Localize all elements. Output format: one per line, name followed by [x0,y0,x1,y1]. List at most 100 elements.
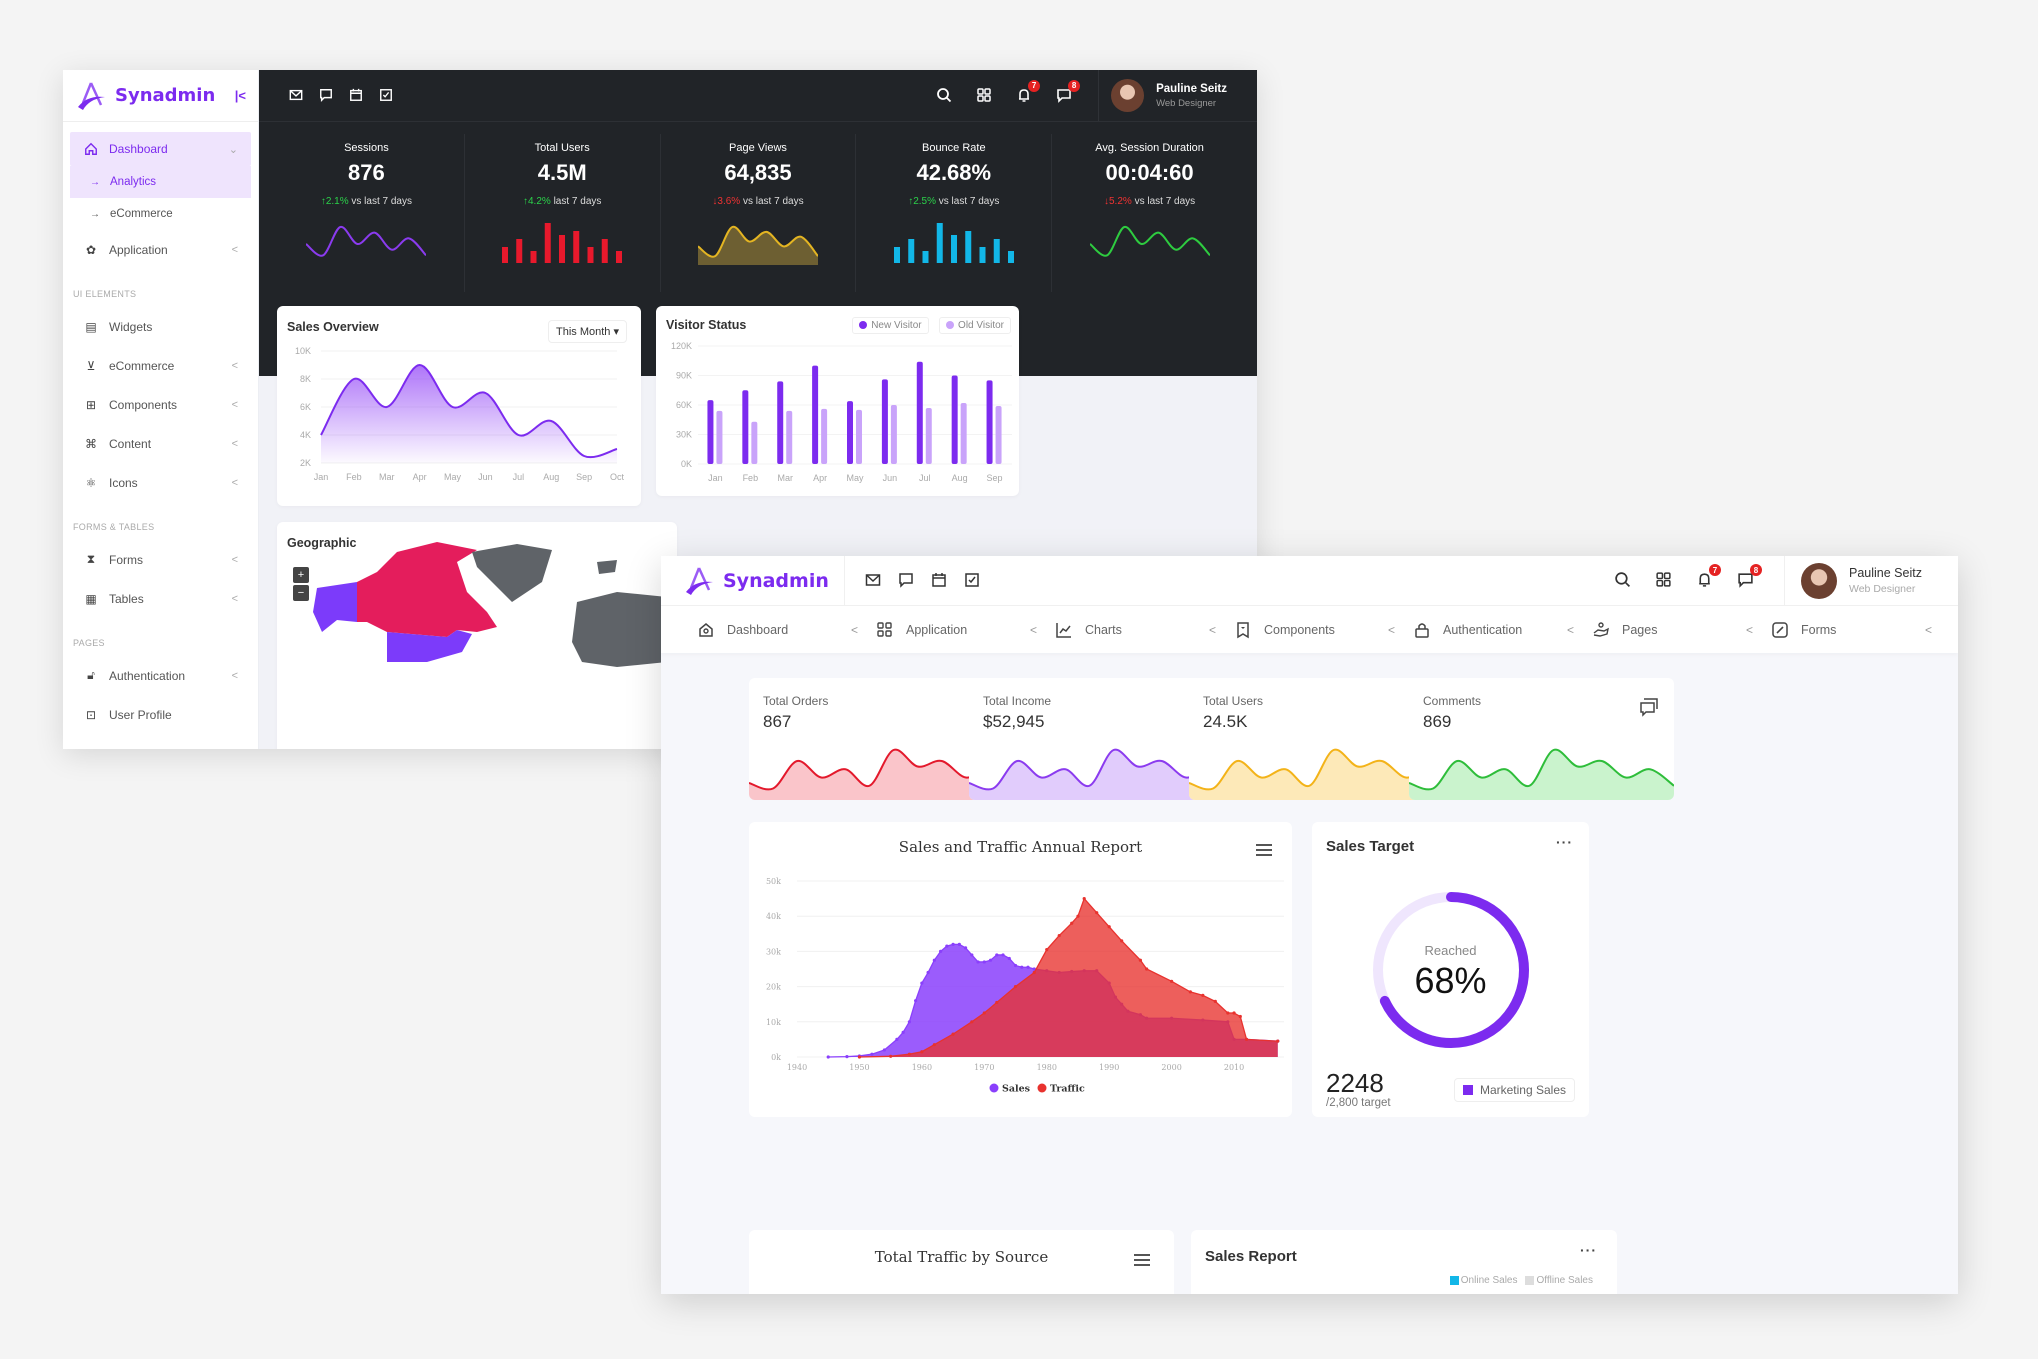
data-point[interactable] [857,1055,862,1059]
legend-label[interactable]: Offline Sales [1536,1275,1593,1286]
data-point[interactable] [1244,1037,1249,1041]
sidebar-sub-analytics[interactable]: → Analytics [70,166,251,198]
legend-label-traffic[interactable]: Traffic [1050,1084,1085,1095]
data-point[interactable] [1201,993,1205,997]
data-point[interactable] [1226,1011,1230,1015]
data-point[interactable] [963,946,968,950]
data-point[interactable] [970,1020,974,1024]
data-point[interactable] [870,1052,874,1056]
data-point[interactable] [1076,914,1080,918]
data-point[interactable] [945,944,949,948]
data-point[interactable] [1170,979,1174,983]
data-point[interactable] [914,999,918,1003]
data-point[interactable] [932,1043,936,1047]
user-menu[interactable]: Pauline Seitz Web Designer [1098,70,1227,121]
more-options-icon[interactable]: ··· [1580,1242,1597,1258]
bar-new-visitor[interactable] [916,361,923,464]
sidebar-item-icons[interactable]: ⚛ Icons < [63,463,258,502]
bell-icon[interactable]: 7 [1696,564,1721,590]
data-point[interactable] [932,958,936,962]
data-point[interactable] [1107,925,1111,929]
bar-old-visitor[interactable] [716,410,723,464]
data-point[interactable] [907,1020,911,1024]
user-menu[interactable]: Pauline Seitz Web Designer [1784,556,1958,605]
data-point[interactable] [951,942,955,946]
data-point[interactable] [957,942,961,946]
nav-item-pages[interactable]: Pages < [1592,621,1771,639]
apps-icon[interactable] [976,87,994,105]
mail-icon[interactable] [865,572,882,589]
collapse-sidebar-icon[interactable]: |< [235,88,246,103]
bar-new-visitor[interactable] [777,381,784,464]
nav-item-charts[interactable]: Charts < [1055,621,1234,639]
bar-old-visitor[interactable] [786,410,793,464]
sidebar-item-widgets[interactable]: ▤ Widgets [63,307,258,346]
data-point[interactable] [1057,933,1061,938]
nav-item-authentication[interactable]: Authentication < [1413,621,1592,639]
bar-old-visitor[interactable] [960,403,967,464]
bar-old-visitor[interactable] [890,405,897,464]
sidebar-sub-ecommerce[interactable]: → eCommerce [70,198,251,230]
sidebar-item-authentication[interactable]: 🔓︎ Authentication < [63,656,258,695]
data-point[interactable] [1013,963,1018,968]
data-point[interactable] [1070,921,1074,925]
search-icon[interactable] [936,87,954,105]
data-point[interactable] [988,958,993,962]
data-point[interactable] [1120,939,1124,943]
search-icon[interactable] [1614,571,1633,590]
data-point[interactable] [1213,999,1217,1003]
sidebar-item-user-profile[interactable]: ⊡ User Profile [63,695,258,734]
data-point[interactable] [1232,1011,1236,1015]
sidebar-item-tables[interactable]: ▦ Tables < [63,579,258,618]
message-icon[interactable]: 8 [1737,564,1762,590]
bar-old-visitor[interactable] [925,407,932,464]
data-point[interactable] [995,1000,999,1005]
data-point[interactable] [1001,953,1005,957]
data-point[interactable] [926,970,930,975]
data-point[interactable] [976,960,980,964]
data-point[interactable] [995,953,999,957]
data-point[interactable] [1238,1014,1242,1019]
data-point[interactable] [1007,956,1011,961]
nav-item-dashboard[interactable]: Dashboard < [697,621,876,639]
data-point[interactable] [1032,970,1036,975]
calendar-icon[interactable] [349,88,365,104]
checkbox-icon[interactable] [379,88,395,104]
bar-new-visitor[interactable] [951,375,958,465]
brand-logo[interactable]: Synadmin [661,556,845,605]
bar-new-visitor[interactable] [812,365,819,464]
data-point[interactable] [982,960,986,964]
data-point[interactable] [895,1037,899,1041]
bar-old-visitor[interactable] [995,405,1002,464]
world-map[interactable] [277,522,677,749]
data-point[interactable] [1026,965,1030,969]
bar-new-visitor[interactable] [847,401,853,464]
bar-new-visitor[interactable] [881,379,888,464]
sidebar-item-dashboard[interactable]: Dashboard ⌄ [70,132,251,166]
data-point[interactable] [1020,965,1024,969]
bar-new-visitor[interactable] [986,380,993,464]
nav-item-components[interactable]: Components < [1234,621,1413,639]
data-point[interactable] [1045,948,1049,952]
chat-icon[interactable] [319,88,335,104]
bar-old-visitor[interactable] [821,408,828,464]
nav-item-application[interactable]: Application < [876,621,1055,639]
sidebar-item-ecommerce[interactable]: ⊻ eCommerce < [63,346,258,385]
data-point[interactable] [1145,967,1149,971]
data-point[interactable] [920,1050,924,1054]
data-point[interactable] [845,1055,849,1059]
data-point[interactable] [1276,1039,1280,1043]
sidebar-item-forms[interactable]: ⧗ Forms < [63,540,258,579]
message-icon[interactable]: 8 [1056,79,1081,105]
legend-label[interactable]: Online Sales [1461,1275,1518,1286]
chart-menu-icon[interactable] [1134,1254,1150,1266]
sidebar-item-components[interactable]: ⊞ Components < [63,385,258,424]
data-point[interactable] [970,953,974,957]
data-point[interactable] [1188,990,1192,994]
data-point[interactable] [826,1055,830,1059]
data-point[interactable] [901,1030,905,1034]
data-point[interactable] [951,1032,955,1036]
checkbox-icon[interactable] [964,572,981,589]
legend-label-sales[interactable]: Sales [1002,1084,1030,1095]
sidebar-item-application[interactable]: ✿ Application < [63,230,258,269]
